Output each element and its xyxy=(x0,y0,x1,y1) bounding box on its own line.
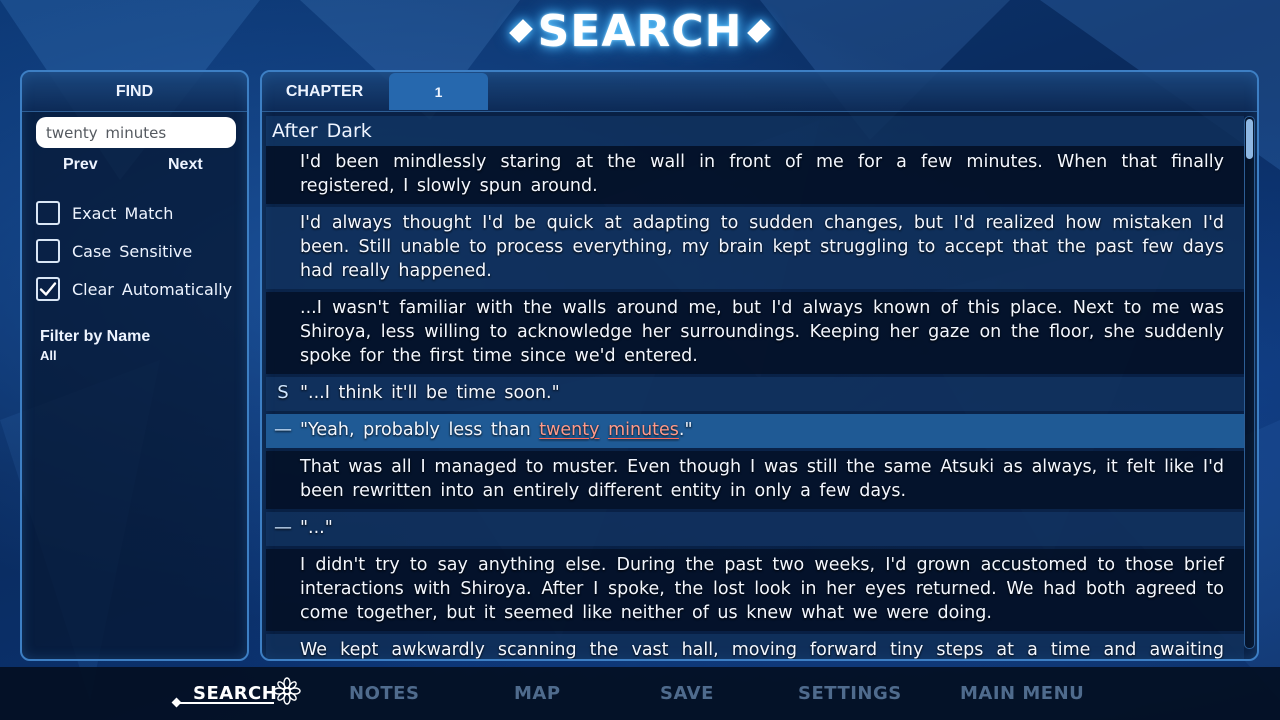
log-entry-text: I'd been mindlessly staring at the wall … xyxy=(300,152,1224,196)
filter-by-name-value[interactable]: All xyxy=(40,348,57,363)
next-button[interactable]: Next xyxy=(168,154,203,176)
bottom-nav: SEARCH NOTES MAP SAVE SETTINGS MAIN MENU xyxy=(0,667,1280,720)
log-entry[interactable]: I didn't try to say anything else. Durin… xyxy=(266,549,1244,631)
text-after-match: ." xyxy=(678,420,693,440)
exact-match-label: Exact Match xyxy=(72,203,174,223)
nav-main-menu[interactable]: MAIN MENU xyxy=(960,667,1084,720)
log-entry-text: ...I wasn't familiar with the walls arou… xyxy=(300,298,1224,366)
text-before-match: "Yeah, probably less than xyxy=(300,420,540,440)
diamond-icon xyxy=(747,19,772,43)
chapter-tab-label: CHAPTER xyxy=(285,82,364,100)
chapter-heading: After Dark xyxy=(266,116,1244,146)
screen-title: SEARCH xyxy=(537,5,743,57)
chapter-tab-1[interactable]: 1 xyxy=(389,73,488,110)
search-input[interactable] xyxy=(36,117,236,148)
nav-save[interactable]: SAVE xyxy=(660,667,714,720)
nav-notes[interactable]: NOTES xyxy=(349,667,419,720)
log-entry-selected[interactable]: — "Yeah, probably less than twenty minut… xyxy=(266,414,1244,448)
log-entry-text: I didn't try to say anything else. Durin… xyxy=(300,555,1224,623)
nav-active-underline xyxy=(176,702,274,704)
log-entry-text: That was all I managed to muster. Even t… xyxy=(300,457,1224,501)
speaker-mark: — xyxy=(274,419,292,440)
speaker-mark: — xyxy=(274,517,292,538)
log-entry-text: "...I think it'll be time soon." xyxy=(300,383,560,403)
checkmark-icon[interactable] xyxy=(36,277,60,301)
log-entry-text: We kept awkwardly scanning the vast hall… xyxy=(300,640,1224,660)
nav-map[interactable]: MAP xyxy=(514,667,561,720)
log-entry[interactable]: We kept awkwardly scanning the vast hall… xyxy=(266,634,1244,660)
log-entry-text: "Yeah, probably less than twenty minutes… xyxy=(300,418,1224,442)
chapter-tab-bar: CHAPTER 1 xyxy=(262,72,1257,112)
log-scrollbar[interactable] xyxy=(1244,116,1255,649)
log-list: After Dark I'd been mindlessly staring a… xyxy=(266,116,1244,660)
log-entry[interactable]: That was all I managed to muster. Even t… xyxy=(266,451,1244,509)
scrollbar-thumb[interactable] xyxy=(1246,119,1253,159)
flower-icon xyxy=(273,677,301,705)
checkbox-unchecked-icon[interactable] xyxy=(36,201,60,225)
diamond-icon xyxy=(508,19,533,43)
clear-automatically-label: Clear Automatically xyxy=(72,279,233,299)
log-entry[interactable]: S "...I think it'll be time soon." xyxy=(266,377,1244,411)
prev-button[interactable]: Prev xyxy=(63,154,98,176)
find-panel: FIND Prev Next Exact Match Case Sensitiv… xyxy=(20,70,249,661)
search-match: minutes xyxy=(608,420,679,440)
log-entry[interactable]: — "..." xyxy=(266,512,1244,546)
nav-search[interactable]: SEARCH xyxy=(193,667,277,720)
case-sensitive-label: Case Sensitive xyxy=(72,241,193,261)
log-entry[interactable]: ...I wasn't familiar with the walls arou… xyxy=(266,292,1244,374)
speaker-mark: S xyxy=(277,382,289,403)
text-between-match xyxy=(600,420,609,440)
filter-by-name-label: Filter by Name xyxy=(40,328,151,345)
checkbox-unchecked-icon[interactable] xyxy=(36,239,60,263)
log-panel: CHAPTER 1 After Dark I'd been mindlessly… xyxy=(260,70,1259,661)
log-entry-text: "..." xyxy=(300,518,333,538)
search-match: twenty xyxy=(539,420,600,440)
log-entry[interactable]: I'd been mindlessly staring at the wall … xyxy=(266,146,1244,204)
screen-title-bar: SEARCH xyxy=(0,0,1280,62)
find-header: FIND xyxy=(22,72,247,112)
log-entry-text: I'd always thought I'd be quick at adapt… xyxy=(300,213,1224,281)
nav-settings[interactable]: SETTINGS xyxy=(798,667,902,720)
clear-automatically-checkbox[interactable]: Clear Automatically xyxy=(36,276,232,302)
exact-match-checkbox[interactable]: Exact Match xyxy=(36,200,173,226)
log-entry[interactable]: I'd always thought I'd be quick at adapt… xyxy=(266,207,1244,289)
case-sensitive-checkbox[interactable]: Case Sensitive xyxy=(36,238,192,264)
